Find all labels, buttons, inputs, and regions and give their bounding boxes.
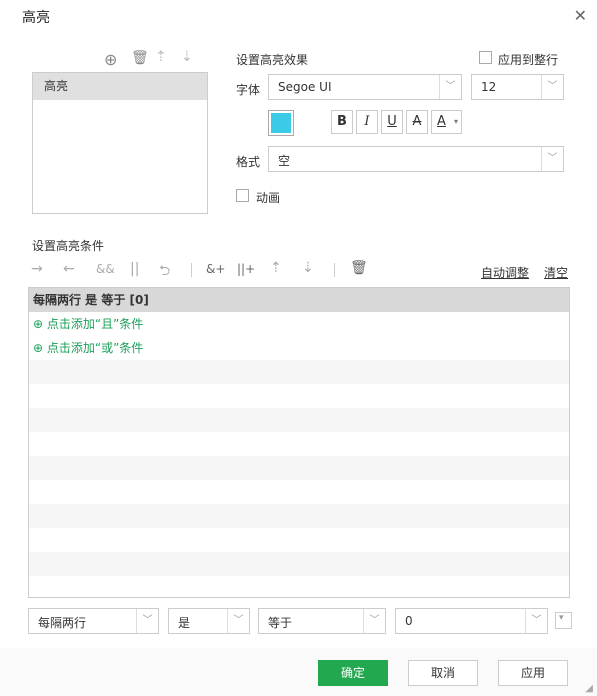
format-value: 空 [278, 154, 291, 168]
move-up-icon[interactable]: ⇡ [155, 49, 167, 65]
value-value: 0 [405, 614, 413, 628]
plus-circle-icon: ⊕ [33, 341, 47, 355]
plus-circle-icon: ⊕ [33, 317, 47, 331]
font-color-button[interactable]: A ▾ [431, 110, 462, 134]
field-value: 每隔两行 [38, 616, 87, 630]
empty-row [29, 360, 569, 384]
list-item[interactable]: 高亮 [33, 73, 207, 100]
highlight-list: 高亮 [32, 72, 208, 214]
chevron-down-icon: ﹀ [541, 75, 563, 99]
field-select[interactable]: 每隔两行 ﹀ [28, 608, 159, 634]
value-type-dropdown[interactable]: ▾ [555, 612, 572, 629]
effect-section-label: 设置高亮效果 [236, 53, 309, 67]
empty-row [29, 552, 569, 576]
font-size-value: 12 [481, 80, 497, 94]
empty-row [29, 576, 569, 597]
condition-row[interactable]: 每隔两行 是 等于 [0] [29, 288, 569, 312]
operator-value: 是 [178, 616, 191, 630]
font-select[interactable]: Segoe UI ﹀ [268, 74, 462, 100]
move-down-icon[interactable]: ⇣ [181, 49, 193, 65]
add-icon[interactable]: ⊕ [104, 50, 117, 69]
apply-button[interactable]: 应用 [498, 660, 568, 686]
font-label: 字体 [236, 83, 261, 97]
cancel-button[interactable]: 取消 [408, 660, 478, 686]
add-and-icon[interactable]: &+ [206, 262, 225, 276]
caret-down-icon: ▾ [453, 117, 458, 126]
bold-button[interactable]: B [331, 110, 353, 134]
ok-button[interactable]: 确定 [318, 660, 388, 686]
strikethrough-button[interactable]: A [406, 110, 428, 134]
condition-down-icon[interactable]: ⇣ [302, 260, 314, 276]
empty-row [29, 432, 569, 456]
underline-button[interactable]: U [381, 110, 403, 134]
value-select[interactable]: 0 ﹀ [395, 608, 548, 634]
font-size-select[interactable]: 12 ﹀ [471, 74, 564, 100]
chevron-down-icon: ﹀ [136, 609, 158, 633]
condition-section-label: 设置高亮条件 [32, 239, 105, 253]
animation-label: 动画 [256, 191, 281, 205]
apply-row-label: 应用到整行 [498, 53, 559, 67]
chevron-down-icon: ﹀ [227, 609, 249, 633]
condition-up-icon[interactable]: ⇡ [270, 260, 282, 276]
dialog-title: 高亮 [22, 10, 50, 26]
resize-grip-icon[interactable]: ◢ [585, 683, 593, 694]
compare-select[interactable]: 等于 ﹀ [258, 608, 386, 634]
highlight-dialog: 高亮 ✕ ⊕ 🗑 ⇡ ⇣ 高亮 设置高亮效果 应用到整行 字体 Segoe UI… [0, 0, 597, 696]
add-or-icon[interactable]: ||+ [237, 262, 255, 276]
add-and-label: 点击添加“且”条件 [46, 317, 144, 331]
compare-value: 等于 [268, 616, 293, 630]
empty-row [29, 456, 569, 480]
auto-adjust-link[interactable]: 自动调整 [481, 264, 529, 281]
add-and-condition[interactable]: ⊕ 点击添加“且”条件 [29, 312, 569, 336]
format-label: 格式 [236, 155, 261, 169]
chevron-down-icon: ﹀ [541, 147, 563, 171]
add-or-condition[interactable]: ⊕ 点击添加“或”条件 [29, 336, 569, 360]
apply-row-checkbox[interactable] [479, 51, 492, 64]
and-icon[interactable]: && [96, 262, 115, 276]
chevron-down-icon: ﹀ [439, 75, 461, 99]
operator-select[interactable]: 是 ﹀ [168, 608, 250, 634]
chevron-down-icon: ﹀ [525, 609, 547, 633]
swap-icon[interactable]: ⮌ [159, 260, 170, 284]
toolbar-divider [191, 263, 192, 277]
animation-checkbox[interactable] [236, 189, 249, 202]
font-color-label: A [437, 114, 446, 129]
empty-row [29, 504, 569, 528]
add-or-label: 点击添加“或”条件 [46, 341, 144, 355]
condition-grid: 每隔两行 是 等于 [0] ⊕ 点击添加“且”条件 ⊕ 点击添加“或”条件 [28, 287, 570, 598]
empty-row [29, 408, 569, 432]
caret-down-icon: ▾ [559, 613, 564, 623]
font-value: Segoe UI [278, 80, 332, 94]
empty-row [29, 384, 569, 408]
toolbar-divider [334, 263, 335, 277]
empty-row [29, 528, 569, 552]
close-icon[interactable]: ✕ [574, 6, 587, 25]
arrow-right-icon[interactable]: → [31, 261, 43, 277]
empty-row [29, 480, 569, 504]
italic-button[interactable]: I [356, 110, 378, 134]
color-swatch [271, 113, 291, 133]
chevron-down-icon: ﹀ [363, 609, 385, 633]
or-icon[interactable]: || [130, 261, 139, 277]
delete-condition-icon[interactable]: 🗑 [350, 260, 368, 276]
titlebar: 高亮 ✕ [0, 0, 597, 32]
format-select[interactable]: 空 ﹀ [268, 146, 564, 172]
highlight-color-picker[interactable] [268, 110, 294, 136]
delete-icon[interactable]: 🗑 [131, 50, 149, 66]
arrow-left-icon[interactable]: ← [63, 261, 75, 277]
clear-link[interactable]: 清空 [544, 264, 568, 281]
